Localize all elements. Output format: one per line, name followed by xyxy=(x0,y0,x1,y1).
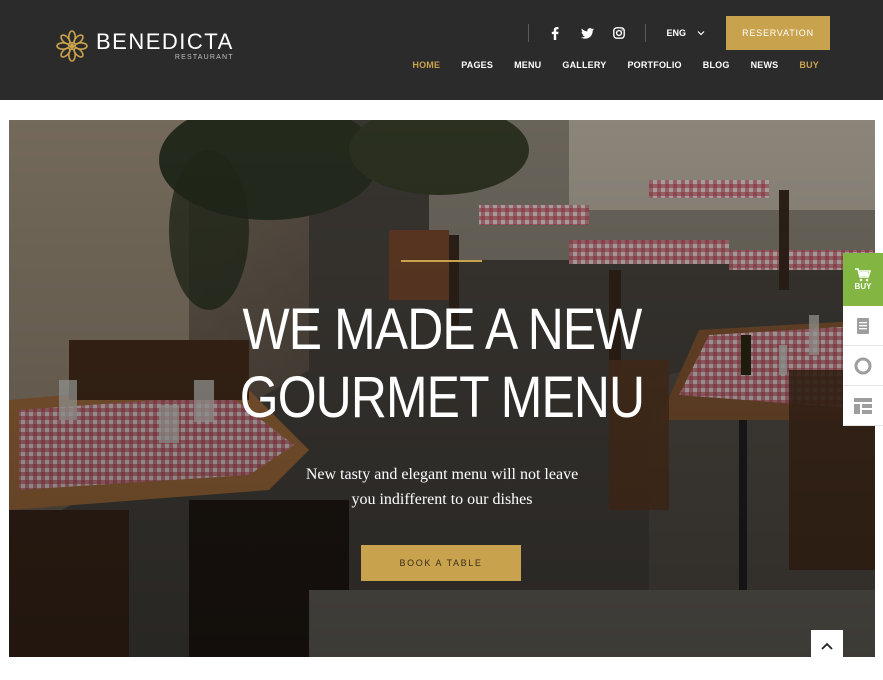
nav-item-home[interactable]: HOME xyxy=(412,60,440,70)
chevron-down-icon xyxy=(697,31,705,36)
side-layouts-button[interactable] xyxy=(843,386,883,426)
main-nav: HOME PAGES MENU GALLERY PORTFOLIO BLOG N… xyxy=(391,60,819,70)
side-buy-button[interactable]: BUY xyxy=(843,253,883,306)
hero-title: WE MADE A NEW GOURMET MENU xyxy=(70,296,815,432)
header-topbar: ENG RESERVATION xyxy=(528,16,830,50)
brand-name: BENEDICTA xyxy=(96,29,234,54)
nav-item-blog[interactable]: BLOG xyxy=(703,60,730,70)
reservation-button[interactable]: RESERVATION xyxy=(726,16,830,50)
divider xyxy=(528,24,530,42)
hero-subtitle-line: you indifferent to our dishes xyxy=(351,491,533,508)
logo-flower-icon xyxy=(56,30,88,62)
back-to-top-button[interactable] xyxy=(811,630,843,662)
hero-slider: WE MADE A NEW GOURMET MENU New tasty and… xyxy=(9,120,875,657)
nav-item-buy[interactable]: BUY xyxy=(799,60,819,70)
side-docs-button[interactable] xyxy=(843,306,883,346)
layout-icon xyxy=(854,397,872,414)
hero-subtitle: New tasty and elegant menu will not leav… xyxy=(9,462,875,512)
nav-item-menu[interactable]: MENU xyxy=(514,60,541,70)
lifebuoy-icon xyxy=(854,357,872,374)
twitter-icon[interactable] xyxy=(571,23,603,43)
cart-icon xyxy=(855,268,871,282)
language-label: ENG xyxy=(666,28,686,38)
hero-accent-line xyxy=(401,260,482,262)
side-support-button[interactable] xyxy=(843,346,883,386)
document-icon xyxy=(857,317,869,334)
side-widget: BUY xyxy=(843,253,883,426)
language-selector[interactable]: ENG xyxy=(666,28,706,38)
instagram-icon[interactable] xyxy=(603,23,635,43)
hero-subtitle-line: New tasty and elegant menu will not leav… xyxy=(305,466,579,483)
hero-title-line: GOURMET MENU xyxy=(239,365,645,430)
logo[interactable]: BENEDICTA RESTAURANT xyxy=(54,28,234,64)
brand-subtitle: RESTAURANT xyxy=(174,54,234,61)
hero-title-line: WE MADE A NEW xyxy=(242,297,642,362)
nav-item-pages[interactable]: PAGES xyxy=(461,60,493,70)
facebook-icon[interactable] xyxy=(539,23,571,43)
nav-item-gallery[interactable]: GALLERY xyxy=(562,60,606,70)
social-links xyxy=(539,23,635,43)
nav-item-news[interactable]: NEWS xyxy=(751,60,779,70)
nav-item-portfolio[interactable]: PORTFOLIO xyxy=(627,60,681,70)
chevron-up-icon xyxy=(821,642,833,650)
side-buy-label: BUY xyxy=(854,282,872,291)
divider xyxy=(645,24,647,42)
book-table-button[interactable]: BOOK A TABLE xyxy=(361,545,521,581)
site-header: BENEDICTA RESTAURANT ENG RESERVATION HOM… xyxy=(0,0,883,100)
